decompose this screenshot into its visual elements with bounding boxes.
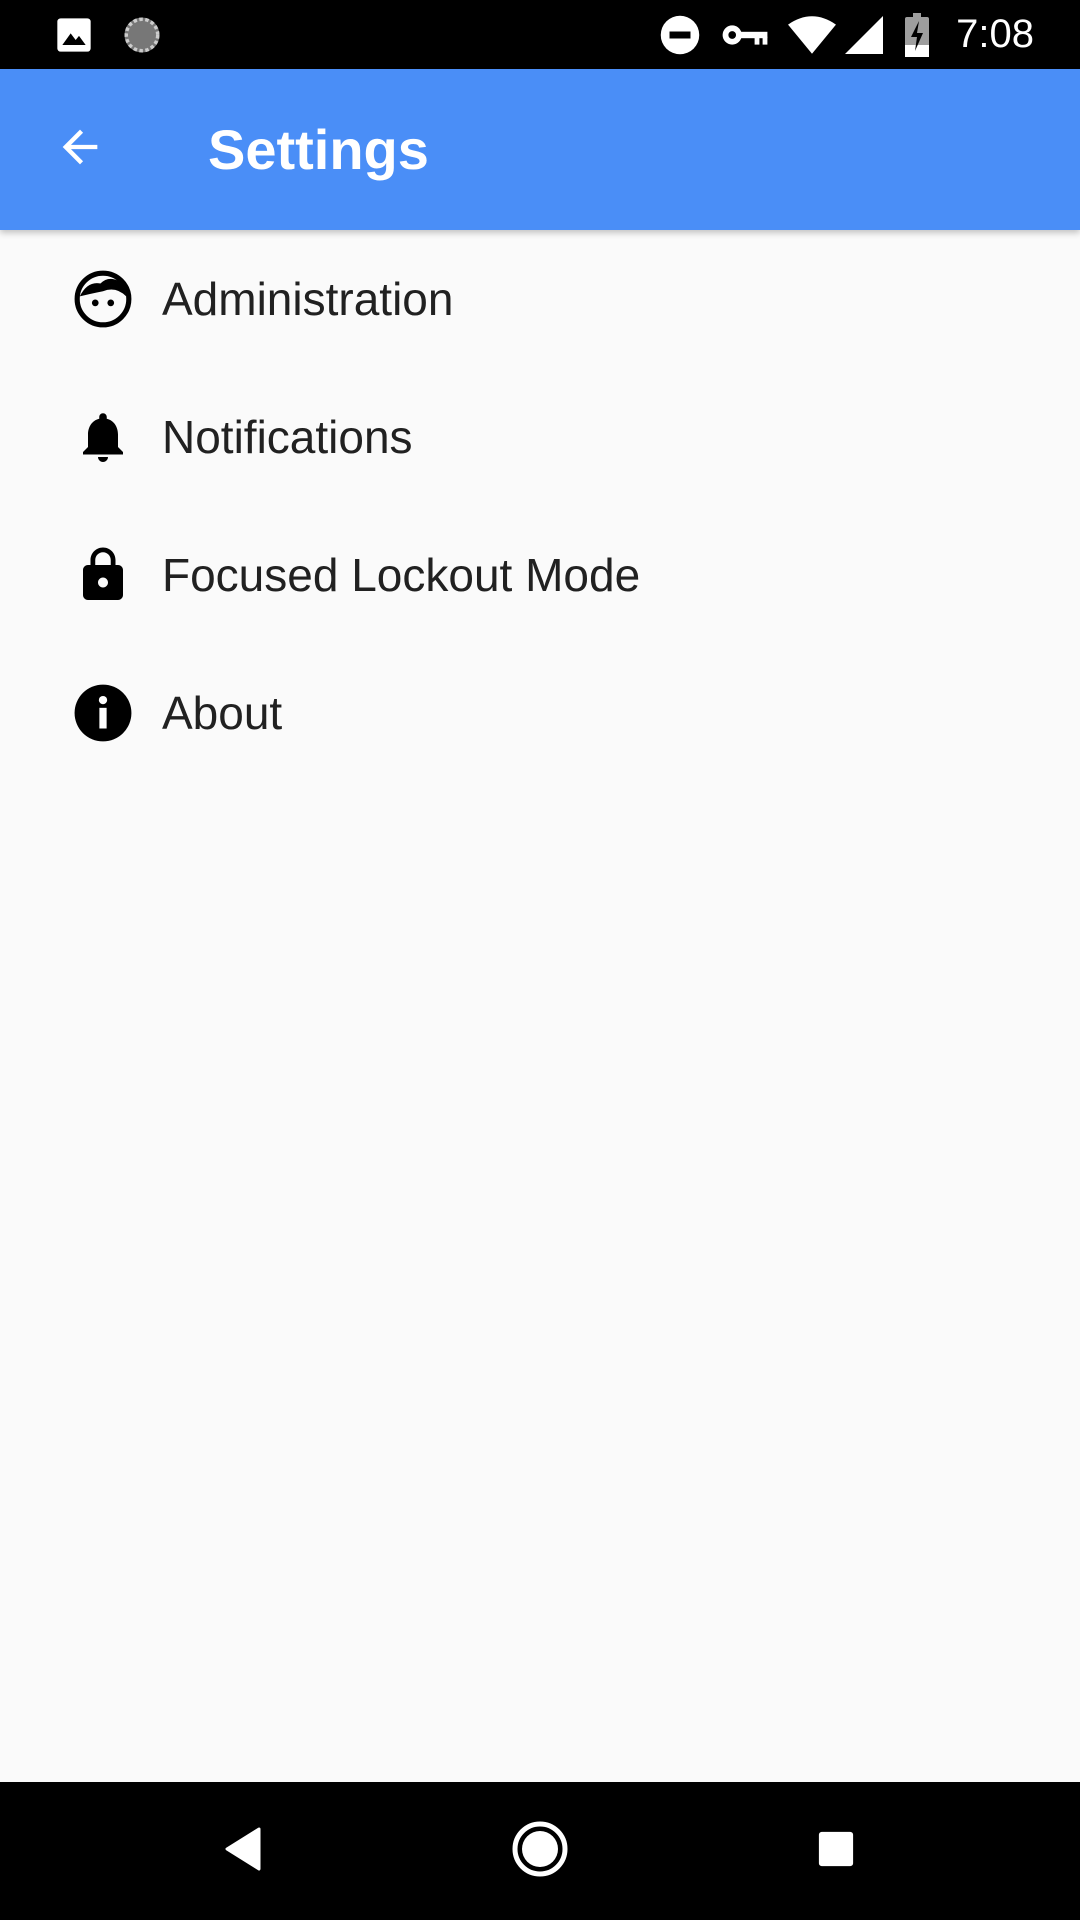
loading-spinner-icon xyxy=(120,0,164,69)
home-circle-icon xyxy=(512,1821,568,1882)
settings-item-about[interactable]: About xyxy=(0,644,1080,782)
vpn-key-icon xyxy=(720,0,770,69)
info-icon xyxy=(72,644,134,782)
navigation-bar xyxy=(0,1782,1080,1920)
bell-icon xyxy=(72,368,134,506)
settings-item-focused-lockout-mode[interactable]: Focused Lockout Mode xyxy=(0,506,1080,644)
settings-item-notifications[interactable]: Notifications xyxy=(0,368,1080,506)
recents-square-icon xyxy=(817,1830,855,1873)
status-bar: 7:08 xyxy=(0,0,1080,69)
do-not-disturb-icon xyxy=(658,0,702,69)
battery-charging-icon xyxy=(902,0,932,69)
status-time: 7:08 xyxy=(956,12,1034,56)
back-triangle-icon xyxy=(223,1827,263,1876)
settings-item-label: Focused Lockout Mode xyxy=(162,549,641,601)
image-icon xyxy=(52,0,96,69)
app-bar: Settings xyxy=(0,69,1080,230)
arrow-back-icon xyxy=(54,121,106,178)
nav-home-button[interactable] xyxy=(500,1811,580,1891)
page-title: Settings xyxy=(208,118,429,181)
face-icon xyxy=(72,230,134,368)
settings-item-label: Notifications xyxy=(162,411,413,463)
cellular-signal-icon xyxy=(844,0,884,69)
settings-list: Administration Notifications Focused Loc… xyxy=(0,230,1080,782)
settings-item-label: About xyxy=(162,687,283,739)
nav-back-button[interactable] xyxy=(203,1811,283,1891)
settings-item-administration[interactable]: Administration xyxy=(0,230,1080,368)
lock-icon xyxy=(72,506,134,644)
nav-recents-button[interactable] xyxy=(796,1811,876,1891)
settings-item-label: Administration xyxy=(162,273,454,325)
wifi-icon xyxy=(786,0,838,69)
back-button[interactable] xyxy=(40,109,120,189)
